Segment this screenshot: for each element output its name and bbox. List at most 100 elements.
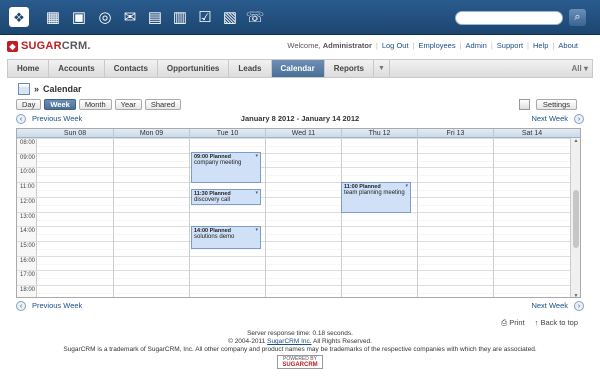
- sugarcrm-link[interactable]: SugarCRM Inc.: [267, 338, 311, 345]
- calendar-event[interactable]: 09:00 Planned company meeting ▾: [191, 152, 261, 183]
- view-month-button[interactable]: Month: [78, 99, 112, 110]
- all-menu-label: All: [571, 64, 582, 73]
- week-calendar-grid: Sun 08 Mon 09 Tue 10 Wed 11 Thu 12 Fri 1…: [16, 128, 581, 298]
- time-label: 17:00: [20, 272, 36, 279]
- time-slot-row[interactable]: 18:00: [17, 285, 570, 297]
- server-response-time: Server response time: 0.18 seconds.: [247, 330, 353, 337]
- next-week-link[interactable]: Next Week: [531, 114, 568, 123]
- vertical-scrollbar[interactable]: ▲ ▼: [570, 138, 580, 297]
- day-divider: [341, 138, 342, 297]
- employees-link[interactable]: Employees: [418, 41, 455, 50]
- time-slot-row[interactable]: 12:00: [17, 196, 570, 212]
- settings-button[interactable]: Settings: [535, 99, 577, 110]
- event-menu-chevron-icon[interactable]: ▾: [255, 153, 258, 159]
- time-slot-row[interactable]: 11:00: [17, 182, 570, 197]
- time-slot-row[interactable]: 14:00: [17, 226, 570, 241]
- tab-home[interactable]: Home: [8, 60, 50, 77]
- time-label: 13:00: [20, 213, 36, 220]
- module-title-bar: » Calendar: [18, 83, 82, 95]
- time-slot-row[interactable]: 10:00: [17, 167, 570, 182]
- powered-by-brand: SUGARCRM: [282, 362, 318, 368]
- event-menu-chevron-icon[interactable]: ▾: [405, 183, 408, 189]
- support-link[interactable]: Support: [497, 41, 523, 50]
- search-icon[interactable]: ⌕: [569, 9, 586, 26]
- time-label: 16:00: [20, 257, 36, 264]
- view-week-button[interactable]: Week: [44, 99, 76, 110]
- prev-arrow-icon[interactable]: ‹: [16, 301, 26, 311]
- event-title: solutions demo: [194, 234, 235, 240]
- view-day-button[interactable]: Day: [16, 99, 42, 110]
- time-slot-row[interactable]: 15:00: [17, 240, 570, 256]
- time-slot-row[interactable]: 16:00: [17, 255, 570, 271]
- email-icon[interactable]: ✉: [120, 7, 140, 27]
- calendar-event[interactable]: 14:00 Planned solutions demo ▾: [191, 226, 261, 249]
- tab-contacts[interactable]: Contacts: [105, 60, 158, 77]
- time-slot-row[interactable]: 13:00: [17, 211, 570, 227]
- tab-reports[interactable]: Reports: [325, 60, 374, 77]
- trademark-notice: SugarCRM is a trademark of SugarCRM, Inc…: [63, 346, 537, 353]
- user-links: Welcome, Administrator | Log Out | Employe…: [287, 41, 578, 50]
- logout-link[interactable]: Log Out: [382, 41, 409, 50]
- chevron-down-icon: ▾: [583, 64, 588, 73]
- accounts-icon[interactable]: ▦: [43, 7, 63, 27]
- sugarcrm-logo[interactable]: ◆ SUGAR CRM.: [7, 40, 91, 52]
- tab-opportunities[interactable]: Opportunities: [158, 60, 230, 77]
- settings-icon[interactable]: [518, 99, 530, 110]
- time-slot-row[interactable]: 09:00: [17, 152, 570, 168]
- tab-leads[interactable]: Leads: [229, 60, 272, 77]
- logo-text-crm: CRM.: [61, 40, 91, 52]
- about-link[interactable]: About: [558, 41, 578, 50]
- next-week-link[interactable]: Next Week: [531, 301, 568, 310]
- day-header: Fri 13: [417, 129, 493, 138]
- calendar-event[interactable]: 11:00 Planned team planning meeting ▾: [341, 182, 411, 213]
- copyright: © 2004-2011 SugarCRM Inc. All Rights Res…: [0, 338, 600, 346]
- all-menu[interactable]: All ▾: [572, 60, 588, 77]
- week-navigation-bottom: ‹ Previous Week Next Week ›: [16, 300, 584, 312]
- time-label: 14:00: [20, 228, 36, 235]
- previous-week-link[interactable]: Previous Week: [32, 301, 82, 310]
- day-divider: [265, 138, 266, 297]
- time-label: 11:00: [20, 184, 35, 191]
- scroll-up-icon[interactable]: ▲: [571, 138, 580, 144]
- back-to-top-label: Back to top: [540, 318, 578, 327]
- documents-icon[interactable]: ▤: [145, 7, 165, 27]
- sugar-cube-logo-icon: ◆: [7, 40, 18, 52]
- event-title: discovery call: [194, 197, 231, 203]
- event-menu-chevron-icon[interactable]: ▾: [255, 190, 258, 196]
- time-grid: 08:00 09:00 10:00 11:00 12:00 13:00 14:0…: [17, 138, 570, 297]
- powered-by-badge[interactable]: POWERED BY SUGARCRM: [277, 355, 323, 369]
- calendar-icon[interactable]: ▧: [220, 7, 240, 27]
- time-label: 09:00: [20, 154, 36, 161]
- admin-link[interactable]: Admin: [466, 41, 487, 50]
- back-to-top-action[interactable]: ↑ Back to top: [535, 318, 578, 328]
- day-header: Thu 12: [341, 129, 417, 138]
- event-title: team planning meeting: [344, 190, 405, 196]
- scroll-down-icon[interactable]: ▼: [571, 293, 580, 297]
- day-header: Wed 11: [265, 129, 341, 138]
- contacts-icon[interactable]: ▣: [69, 7, 89, 27]
- footer-actions: ⎙ Print ↑ Back to top: [501, 318, 578, 328]
- more-tabs-chevron-icon[interactable]: ▼: [374, 60, 390, 77]
- opportunities-icon[interactable]: ◎: [95, 7, 115, 27]
- calendar-event[interactable]: 11:30 Planned discovery call ▾: [191, 189, 261, 205]
- time-slot-row[interactable]: 08:00: [17, 138, 570, 153]
- event-menu-chevron-icon[interactable]: ▾: [255, 227, 258, 233]
- event-title: company meeting: [194, 160, 242, 166]
- search-input[interactable]: [455, 11, 563, 25]
- view-year-button[interactable]: Year: [114, 99, 142, 110]
- time-slot-row[interactable]: 17:00: [17, 270, 570, 285]
- time-label: 12:00: [20, 198, 36, 205]
- module-tabs: Home Accounts Contacts Opportunities Lea…: [7, 59, 593, 78]
- tab-accounts[interactable]: Accounts: [49, 60, 105, 77]
- reports-icon[interactable]: ▥: [170, 7, 190, 27]
- sugar-cube-icon[interactable]: ❖: [9, 7, 29, 27]
- phone-icon[interactable]: ☏: [245, 7, 265, 27]
- next-arrow-icon[interactable]: ›: [574, 301, 584, 311]
- next-arrow-icon[interactable]: ›: [574, 114, 584, 124]
- view-shared-button[interactable]: Shared: [144, 99, 182, 110]
- help-link[interactable]: Help: [533, 41, 548, 50]
- scrollbar-thumb[interactable]: [573, 190, 579, 248]
- tab-calendar[interactable]: Calendar: [271, 60, 325, 77]
- print-action[interactable]: ⎙ Print: [501, 318, 525, 328]
- projects-icon[interactable]: ☑: [195, 7, 215, 27]
